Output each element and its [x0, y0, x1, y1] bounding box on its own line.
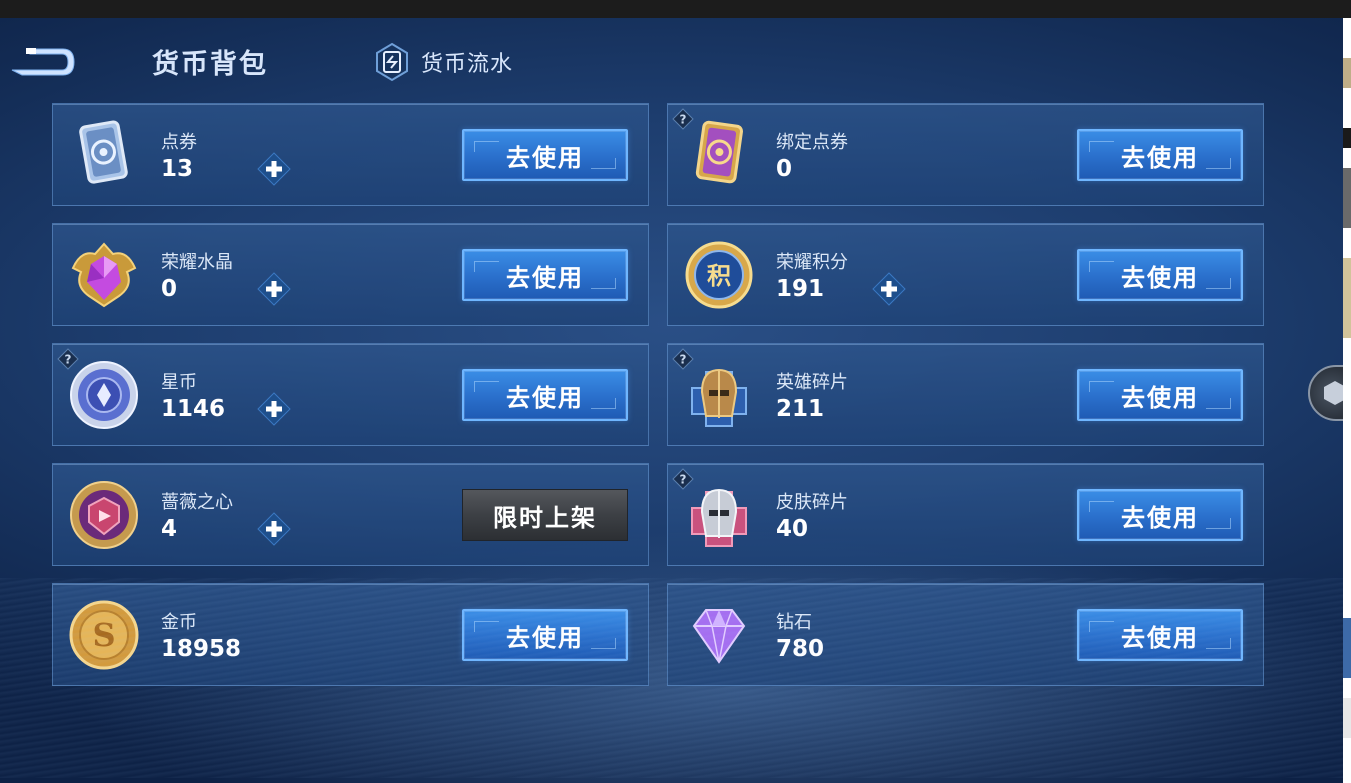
- currency-name: 荣耀积分: [776, 252, 848, 273]
- currency-card-skin-fragment: ? 皮肤碎片 40 去使用: [667, 463, 1264, 566]
- currency-name: 皮肤碎片: [776, 492, 848, 513]
- use-button[interactable]: 去使用: [1077, 489, 1243, 541]
- svg-text:积: 积: [707, 262, 731, 290]
- top-status-bar: [0, 0, 1351, 18]
- currency-amount: 1146: [161, 396, 226, 422]
- use-button[interactable]: 去使用: [1077, 129, 1243, 181]
- currency-card-gold-coin: S 金币 18958 去使用: [52, 583, 649, 686]
- use-button[interactable]: 去使用: [462, 369, 628, 421]
- currency-amount: 13: [161, 156, 194, 182]
- rose-heart-icon: [70, 481, 138, 549]
- side-menu-handle[interactable]: [1308, 365, 1343, 421]
- back-arrow-icon: [11, 48, 75, 76]
- glory-points-icon: 积: [685, 241, 753, 309]
- currency-card-glory-crystal: 荣耀水晶 0 去使用: [52, 223, 649, 326]
- add-plus-icon[interactable]: [257, 152, 291, 186]
- limited-time-button[interactable]: 限时上架: [462, 489, 628, 541]
- add-plus-icon[interactable]: [257, 392, 291, 426]
- currency-amount: 4: [161, 516, 178, 542]
- add-plus-icon[interactable]: [872, 272, 906, 306]
- currency-amount: 0: [776, 156, 793, 182]
- add-plus-icon[interactable]: [257, 272, 291, 306]
- currency-name: 英雄碎片: [776, 372, 848, 393]
- bound-voucher-card-icon: [695, 120, 743, 184]
- currency-name: 点券: [161, 132, 197, 153]
- currency-name: 蔷薇之心: [161, 492, 233, 513]
- currency-amount: 211: [776, 396, 825, 422]
- use-button[interactable]: 去使用: [1077, 249, 1243, 301]
- add-plus-icon[interactable]: [257, 512, 291, 546]
- back-button[interactable]: [8, 42, 78, 82]
- currency-card-glory-points: 积 荣耀积分 191 去使用: [667, 223, 1264, 326]
- currency-flow-tab[interactable]: 货币流水: [373, 42, 513, 82]
- currency-amount: 191: [776, 276, 825, 302]
- hero-fragment-icon: [691, 368, 747, 427]
- star-coin-icon: [70, 361, 138, 429]
- currency-backpack-screen: 货币背包 货币流水 点券 13 去使用 ? 绑定点券 0 去使用 荣耀水晶 0 …: [0, 18, 1343, 783]
- currency-flow-label: 货币流水: [421, 52, 514, 77]
- currency-name: 荣耀水晶: [161, 252, 233, 273]
- svg-text:S: S: [92, 616, 115, 654]
- currency-name: 钻石: [776, 612, 812, 633]
- skin-fragment-icon: [691, 488, 747, 547]
- use-button[interactable]: 去使用: [1077, 609, 1243, 661]
- use-button[interactable]: 去使用: [1077, 369, 1243, 421]
- use-button[interactable]: 去使用: [462, 249, 628, 301]
- currency-card-hero-fragment: ? 英雄碎片 211 去使用: [667, 343, 1264, 446]
- diamond-icon: [692, 609, 746, 664]
- currency-amount: 18958: [161, 636, 242, 662]
- currency-amount: 0: [161, 276, 178, 302]
- currency-card-star-coin: ? 星币 1146 去使用: [52, 343, 649, 446]
- currency-name: 星币: [161, 372, 197, 393]
- right-edge-strip: [1343, 18, 1351, 783]
- currency-card-voucher: 点券 13 去使用: [52, 103, 649, 206]
- currency-card-rose-heart: 蔷薇之心 4 限时上架: [52, 463, 649, 566]
- hexagon-icon: [1324, 381, 1343, 405]
- use-button[interactable]: 去使用: [462, 609, 628, 661]
- currency-amount: 40: [776, 516, 809, 542]
- gold-coin-icon: S: [69, 600, 139, 670]
- glory-crystal-icon: [71, 242, 137, 308]
- flow-record-icon: [376, 42, 408, 82]
- voucher-card-icon: [79, 120, 128, 184]
- currency-card-bound-voucher: ? 绑定点券 0 去使用: [667, 103, 1264, 206]
- page-title: 货币背包: [152, 49, 268, 80]
- use-button[interactable]: 去使用: [462, 129, 628, 181]
- currency-name: 绑定点券: [776, 132, 848, 153]
- currency-card-diamond: 钻石 780 去使用: [667, 583, 1264, 686]
- currency-amount: 780: [776, 636, 825, 662]
- currency-name: 金币: [161, 612, 197, 633]
